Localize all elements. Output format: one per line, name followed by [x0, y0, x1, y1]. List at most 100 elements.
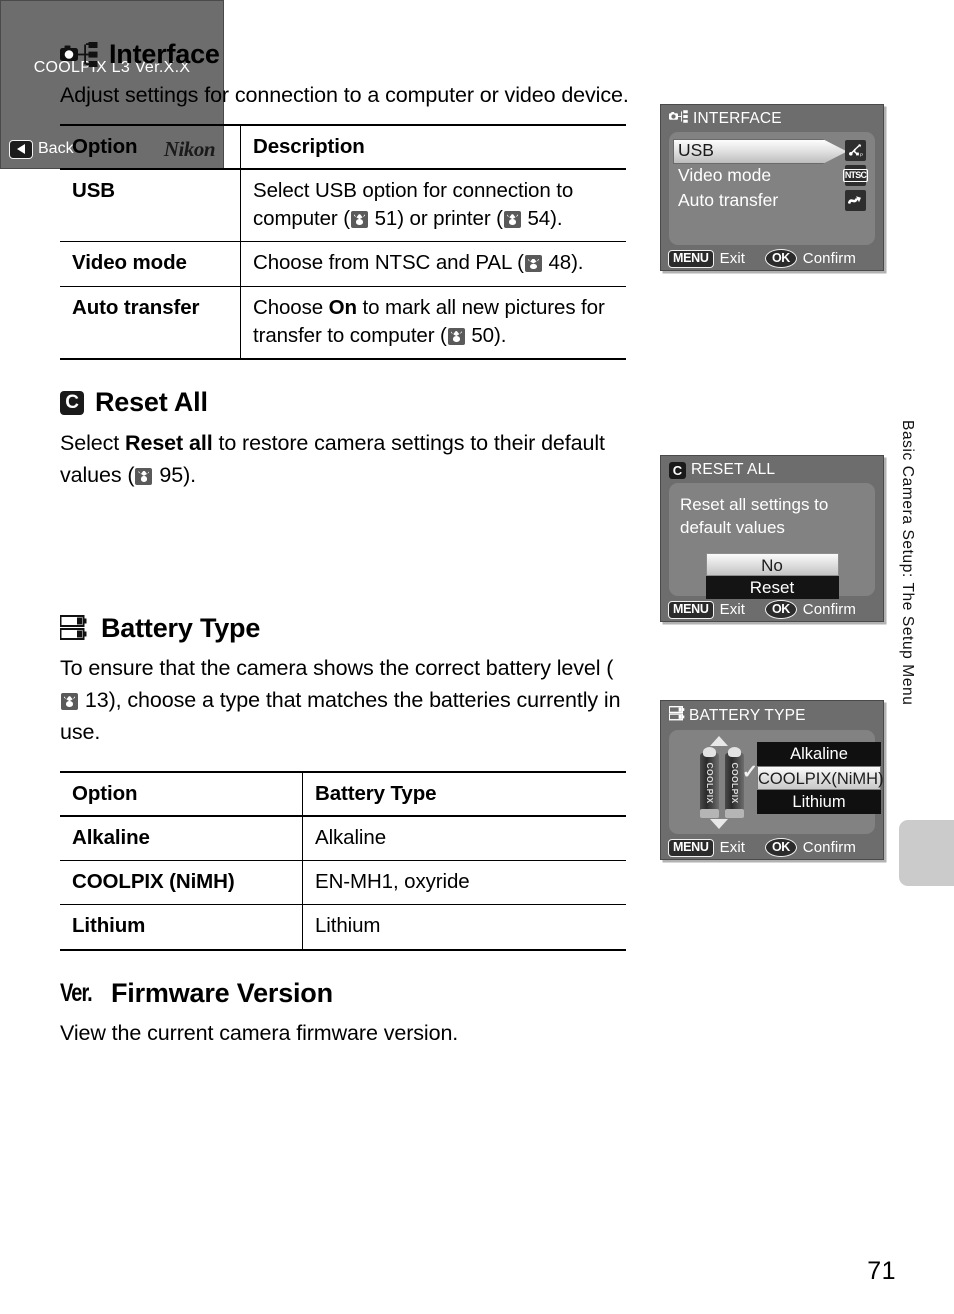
battery-type-text: To ensure that the camera shows the corr… — [60, 653, 630, 748]
menu-key[interactable]: MENU — [668, 838, 714, 857]
section-battery-type: Battery Type To ensure that the camera s… — [59, 613, 630, 951]
ntsc-badge-label: NTSC — [842, 168, 869, 183]
menu-item-usb[interactable]: USB P — [669, 138, 875, 164]
table-header-row: Option Description — [60, 124, 626, 170]
screen-interface: INTERFACE USB P Video mode NTSC Auto tra… — [660, 104, 884, 271]
heading-interface: Interface — [60, 39, 630, 70]
reference-icon — [135, 467, 153, 485]
ok-key-label: Confirm — [802, 250, 856, 267]
battery-text-pre: To ensure that the camera shows the corr… — [60, 656, 614, 681]
row-option-alkaline: Alkaline — [60, 815, 303, 862]
menu-key[interactable]: MENU — [668, 249, 714, 268]
camera-network-icon — [669, 110, 688, 128]
menu-item-auto-transfer[interactable]: Auto transfer — [669, 188, 875, 213]
usb-desc-mid: ) or printer ( — [397, 207, 503, 231]
text-column: Interface Adjust settings for connection… — [59, 39, 630, 1051]
reset-c-icon: C — [60, 391, 84, 416]
auto-desc-pre: Choose — [253, 295, 329, 319]
battery-option-alkaline[interactable]: Alkaline — [757, 742, 881, 766]
row-desc-video-mode: Choose from NTSC and PAL ( 48). — [240, 241, 626, 287]
scroll-down-arrow-icon[interactable] — [710, 819, 728, 829]
row-type-alkaline: Alkaline — [302, 815, 626, 862]
menu-item-video-mode-label: Video mode — [678, 165, 772, 185]
heading-firmware-version-label: Firmware Version — [111, 977, 333, 1008]
usb-ref-54: 54 — [527, 207, 551, 231]
menu-key-label: Exit — [719, 601, 746, 618]
battery-ref-13: 13 — [84, 688, 109, 712]
col-header-option: Option — [60, 124, 241, 170]
reset-confirm-button[interactable]: Reset — [705, 575, 839, 599]
menu-item-video-mode[interactable]: Video mode NTSC — [669, 163, 875, 188]
section-interface: Interface Adjust settings for connection… — [60, 39, 630, 361]
ok-key[interactable]: OK — [765, 600, 797, 619]
reference-icon — [503, 211, 521, 229]
table-row: Lithium Lithium — [60, 904, 626, 951]
screen-interface-title: INTERFACE — [693, 110, 782, 127]
row-option-coolpix-nimh: COOLPIX (NiMH) — [60, 860, 303, 906]
row-desc-auto-transfer: Choose On to mark all new pictures for t… — [240, 286, 626, 361]
row-option-lithium: Lithium — [60, 904, 303, 951]
ver-icon: Ver. — [60, 978, 93, 1007]
table-row: Auto transfer Choose On to mark all new … — [60, 286, 626, 361]
battery-option-list: Alkaline COOLPIX(NiMH) Lithium — [757, 742, 884, 814]
firmware-version-text: View the current camera firmware version… — [60, 1021, 459, 1046]
side-chapter-label: Basic Camera Setup: The Setup Menu — [899, 420, 916, 706]
interface-menu-list: USB P Video mode NTSC Auto transfer — [669, 132, 875, 213]
screen-reset-panel: Reset all settings to default values No … — [669, 483, 875, 599]
screen-reset-all: C RESET ALL Reset all settings to defaul… — [660, 455, 884, 622]
scroll-up-arrow-icon[interactable] — [710, 736, 728, 746]
ntsc-icon: NTSC — [842, 165, 869, 186]
battery-option-coolpix-nimh[interactable]: COOLPIX(NiMH) — [757, 766, 884, 790]
ok-key[interactable]: OK — [765, 838, 797, 857]
ok-key[interactable]: OK — [765, 249, 797, 268]
video-desc-pre: Choose from NTSC and PAL ( — [253, 251, 524, 275]
menu-item-usb-label: USB — [678, 140, 714, 160]
screen-interface-footer: MENU Exit OK Confirm — [661, 245, 883, 271]
battery-stack-icon — [59, 615, 90, 641]
section-reset-all: C Reset All Select Reset all to restore … — [60, 387, 630, 492]
table-header-row: Option Battery Type — [60, 771, 626, 817]
screen-interface-title-bar: INTERFACE — [661, 105, 883, 132]
menu-key[interactable]: MENU — [668, 600, 714, 619]
table-row: USB Select USB option for connection to … — [60, 168, 626, 243]
reset-confirm-message: Reset all settings to default values — [680, 495, 829, 537]
checkmark-icon: ✓ — [742, 762, 758, 783]
interface-intro: Adjust settings for connection to a comp… — [60, 82, 629, 107]
table-row: Alkaline Alkaline — [60, 815, 626, 862]
battery-text-post: ), choose a type that matches the batter… — [60, 688, 621, 744]
reference-icon — [524, 255, 542, 273]
screen-battery-footer: MENU Exit OK Confirm — [661, 834, 883, 860]
camera-network-icon — [60, 42, 98, 68]
reset-text-post: ). — [183, 462, 197, 487]
col-header-description: Description — [240, 124, 626, 170]
battery-brand-label-right: COOLPIX — [729, 761, 740, 804]
row-type-coolpix-nimh: EN-MH1, oxyride — [302, 860, 626, 906]
section-firmware-version: Ver. Firmware Version View the current c… — [60, 977, 630, 1051]
reference-icon — [350, 211, 368, 229]
reset-all-text: Select Reset all to restore camera setti… — [60, 428, 630, 492]
battery-option-lithium[interactable]: Lithium — [757, 790, 881, 814]
auto-desc-bold: On — [328, 295, 357, 319]
heading-reset-all: C Reset All — [60, 387, 630, 418]
screen-interface-panel: USB P Video mode NTSC Auto transfer — [669, 132, 875, 245]
col-header-option: Option — [60, 771, 303, 817]
row-option-usb: USB — [60, 168, 241, 243]
table-row: COOLPIX (NiMH) EN-MH1, oxyride — [60, 860, 626, 906]
auto-ref-50: 50 — [471, 323, 494, 347]
reference-icon — [447, 327, 465, 345]
heading-firmware-version: Ver. Firmware Version — [60, 977, 630, 1009]
battery-table: Option Battery Type Alkaline Alkaline CO… — [60, 770, 626, 951]
battery-illustration-left: COOLPIX — [700, 747, 719, 818]
ok-key-label: Confirm — [802, 601, 856, 618]
heading-reset-all-label: Reset All — [95, 387, 208, 418]
reset-ref-95: 95 — [159, 462, 184, 487]
screen-battery-type: BATTERY TYPE COOLPIX COOLPIX ✓ Alkaline … — [660, 700, 884, 860]
row-option-video-mode: Video mode — [60, 241, 241, 287]
reset-no-button[interactable]: No — [705, 552, 839, 576]
screen-reset-footer: MENU Exit OK Confirm — [661, 596, 883, 622]
side-thumb-tab — [899, 820, 954, 886]
screen-battery-panel: COOLPIX COOLPIX ✓ Alkaline COOLPIX(NiMH)… — [669, 730, 884, 834]
screen-battery-title-bar: BATTERY TYPE — [661, 701, 883, 730]
usb-ref-51: 51 — [374, 207, 398, 231]
usb-icon: P — [845, 140, 866, 161]
